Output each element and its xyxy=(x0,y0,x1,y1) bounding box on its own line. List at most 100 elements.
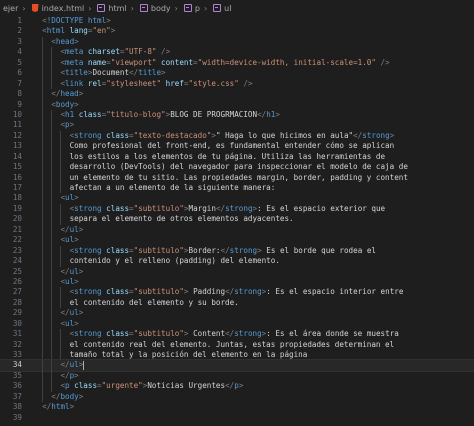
line-content: <ul> xyxy=(60,193,78,203)
code-line[interactable]: 11 <p> xyxy=(0,120,474,131)
code-token: </ xyxy=(60,266,70,276)
code-line[interactable]: 14 los estilos a los elementos de tu pági… xyxy=(0,151,474,163)
code-line[interactable]: 29 </ul> xyxy=(0,308,474,319)
code-line[interactable]: 6 <title>Document</title> xyxy=(0,68,474,79)
indent-guide xyxy=(51,339,53,350)
line-content: </ul> xyxy=(60,225,83,235)
code-token: head xyxy=(60,89,79,99)
indent-guide xyxy=(42,391,44,403)
indent-guide xyxy=(42,256,44,267)
breadcrumb-item-body[interactable]: body xyxy=(139,4,171,13)
code-token: separa el elemento de otros elementos ad… xyxy=(69,214,294,224)
code-line[interactable]: 24 contenido y el relleno (padding) del e… xyxy=(0,256,474,267)
code-token: </ xyxy=(257,109,267,119)
code-token: > xyxy=(69,120,75,130)
breadcrumb-item-index-html[interactable]: index.html xyxy=(31,4,84,13)
code-line[interactable]: 8 </head> xyxy=(0,89,474,100)
code-token: el contenido del elemento y su borde. xyxy=(69,297,239,307)
code-token: > xyxy=(74,193,79,203)
code-line[interactable]: 15 desarrollo (DevTools) del navegador pa… xyxy=(0,162,474,173)
code-token: "subtitulo" xyxy=(133,245,184,255)
indent-guide xyxy=(60,287,62,298)
code-token: </ xyxy=(225,381,235,391)
code-token: ul xyxy=(69,266,79,276)
code-line[interactable]: 26 <ul> xyxy=(0,276,474,288)
indent-guide xyxy=(42,287,44,298)
code-line[interactable]: 34 </ul> xyxy=(0,359,474,372)
indent-guide xyxy=(51,141,53,152)
code-token: title xyxy=(65,68,88,78)
code-line[interactable]: 19 <strong class="subtitulo">Margin</stro… xyxy=(0,203,474,215)
code-token: strong xyxy=(74,329,102,339)
code-line[interactable]: 20 separa el elemento de otros elementos … xyxy=(0,214,474,225)
code-area[interactable]: 1 <!DOCTYPE html> 2 <html lang="en"> 3 <head>… xyxy=(0,16,474,423)
code-line[interactable]: 38 </html> xyxy=(0,402,474,412)
code-token: name xyxy=(83,57,107,67)
code-line[interactable]: 25 </ul> xyxy=(0,266,474,277)
breadcrumb-label: html xyxy=(108,3,127,13)
code-line[interactable]: 2 <html lang="en"> xyxy=(0,26,474,36)
code-token: los estilos a los elementos de tu página… xyxy=(69,151,386,161)
line-content: <p> xyxy=(60,120,74,130)
line-content: <ul> xyxy=(60,235,78,245)
line-content: <ul> xyxy=(60,319,78,329)
code-line[interactable]: 4 <meta charset="UTF-8" /> xyxy=(0,47,474,58)
indent-guide xyxy=(51,120,53,131)
code-editor[interactable]: ejer › index.html › html › body › p › ul 1 <!DOCTYP… xyxy=(0,0,474,426)
line-content: </body> xyxy=(51,392,83,402)
breadcrumb-item-p[interactable]: p xyxy=(183,3,200,13)
code-line[interactable]: 3 <head> xyxy=(0,36,474,48)
indent-guide xyxy=(51,245,53,257)
indent-guide xyxy=(51,276,53,288)
line-content: separa el elemento de otros elementos ad… xyxy=(70,214,294,224)
indent-guide xyxy=(42,183,44,194)
code-line[interactable]: 33 tamaño total y la posición del element… xyxy=(0,350,474,361)
code-line[interactable]: 39 xyxy=(0,413,474,423)
code-line[interactable]: 13 Como profesional del front-end, es fun… xyxy=(0,141,474,152)
indent-guide xyxy=(51,256,53,267)
code-line[interactable]: 30 <ul> xyxy=(0,318,474,330)
indent-guide xyxy=(42,109,44,121)
line-content: tamaño total y la posición del elemento … xyxy=(70,350,308,360)
code-line[interactable]: 35 </p> xyxy=(0,370,474,382)
code-token: > xyxy=(110,26,116,36)
code-line[interactable]: 37 </body> xyxy=(0,391,474,403)
code-token: "subtitulo" xyxy=(133,287,184,297)
indent-guide xyxy=(51,162,53,173)
code-line[interactable]: 32 el contenido real del elemento. Juntas… xyxy=(0,339,474,350)
line-content: <body> xyxy=(51,100,78,110)
code-line[interactable]: 36 <p class="urgente">Noticias Urgentes</… xyxy=(0,381,474,392)
code-line[interactable]: 27 <strong class="subtitulo"> Padding</st… xyxy=(0,287,474,298)
code-line[interactable]: 18 <ul> xyxy=(0,193,474,204)
code-line[interactable]: 16 un elemento de tu sitio. Las propiedad… xyxy=(0,172,474,183)
code-line[interactable]: 23 <strong class="subtitulo">Border:</str… xyxy=(0,245,474,257)
code-token: " Haga lo que hicimos en aula" xyxy=(215,130,354,140)
line-number: 19 xyxy=(12,203,22,213)
code-line[interactable]: 5 <meta name="viewport" content="width=de… xyxy=(0,57,474,69)
code-token: "style.css" xyxy=(188,78,239,88)
code-line[interactable]: 21 </ul> xyxy=(0,224,474,236)
code-line[interactable]: 9 <body> xyxy=(0,99,474,110)
line-content: <strong class="subtitulo"> Padding</stro… xyxy=(70,287,404,297)
line-content: <link rel="stylesheet" href="style.css" … xyxy=(60,79,252,89)
code-line[interactable]: 7 <link rel="stylesheet" href="style.css"… xyxy=(0,78,474,90)
code-line[interactable]: 28 el contenido del elemento y su borde. xyxy=(0,297,474,309)
code-token: strong xyxy=(234,287,262,297)
code-line[interactable]: 1 <!DOCTYPE html> xyxy=(0,16,474,26)
code-line[interactable]: 10 <h1 class="titulo-blog">BLOG DE PROGRM… xyxy=(0,109,474,121)
code-line[interactable]: 17 afectan a un elemento de la siguiente … xyxy=(0,183,474,194)
breadcrumb-item-html[interactable]: html xyxy=(97,3,127,13)
code-line[interactable]: 22 <ul> xyxy=(0,235,474,246)
breadcrumb-item-ul[interactable]: ul xyxy=(213,4,231,13)
code-line[interactable]: 31 <strong class="subtitulo"> Content</st… xyxy=(0,329,474,340)
code-line[interactable]: 12 <strong class="texto-destacado">" Haga… xyxy=(0,130,474,142)
code-token: </ xyxy=(60,360,70,370)
line-content: <p class="urgente">Noticias Urgentes</p> xyxy=(60,381,243,391)
breadcrumb-label: p xyxy=(194,3,200,13)
code-token: strong xyxy=(74,287,102,297)
breadcrumb-item-ejer[interactable]: ejer xyxy=(3,4,18,13)
code-token: /> xyxy=(375,57,390,67)
code-token: Margin xyxy=(188,203,216,213)
code-token: Es el borde que rodea el xyxy=(261,245,376,255)
code-token: strong xyxy=(74,203,102,213)
